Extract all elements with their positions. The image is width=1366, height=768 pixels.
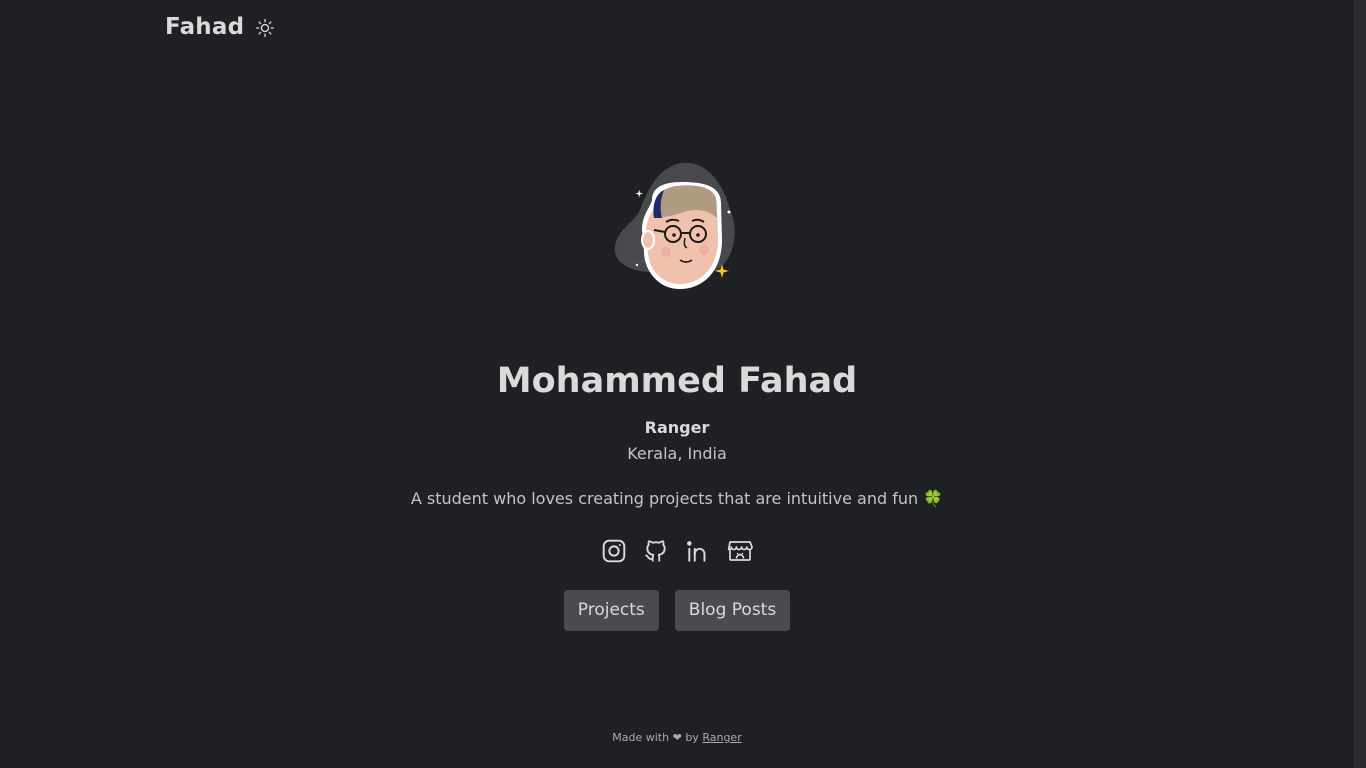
clover-emoji: 🍀 (923, 488, 944, 508)
profile-tagline: Ranger (644, 417, 710, 437)
blog-posts-button[interactable]: Blog Posts (674, 589, 791, 631)
footer-prefix: Made with (612, 731, 670, 744)
site-title-link[interactable]: Fahad (165, 14, 244, 40)
github-icon[interactable] (643, 538, 669, 564)
heart-icon: ❤ (672, 731, 682, 744)
linkedin-icon[interactable] (685, 538, 711, 564)
footer: Made with ❤ by Ranger (0, 731, 1354, 744)
profile-bio: A student who loves creating projects th… (411, 489, 943, 508)
page: Fahad Mohammed Fahad Ranger Kerala, Indi… (0, 0, 1366, 768)
sun-icon[interactable] (254, 17, 276, 39)
author-link[interactable]: Ranger (702, 731, 741, 744)
bio-text: A student who loves creating projects th… (410, 488, 919, 508)
avatar (612, 160, 742, 292)
itchio-icon[interactable] (727, 538, 753, 564)
nav-buttons: Projects Blog Posts (563, 589, 791, 631)
scrollbar[interactable] (1354, 0, 1366, 768)
projects-button[interactable]: Projects (563, 589, 659, 631)
footer-by: by (685, 731, 699, 744)
site-header: Fahad (165, 14, 276, 40)
social-links (601, 538, 753, 564)
instagram-icon[interactable] (601, 538, 627, 564)
profile-name: Mohammed Fahad (496, 361, 858, 401)
profile-location: Kerala, India (627, 443, 727, 463)
main-content: Mohammed Fahad Ranger Kerala, India A st… (0, 160, 1354, 631)
